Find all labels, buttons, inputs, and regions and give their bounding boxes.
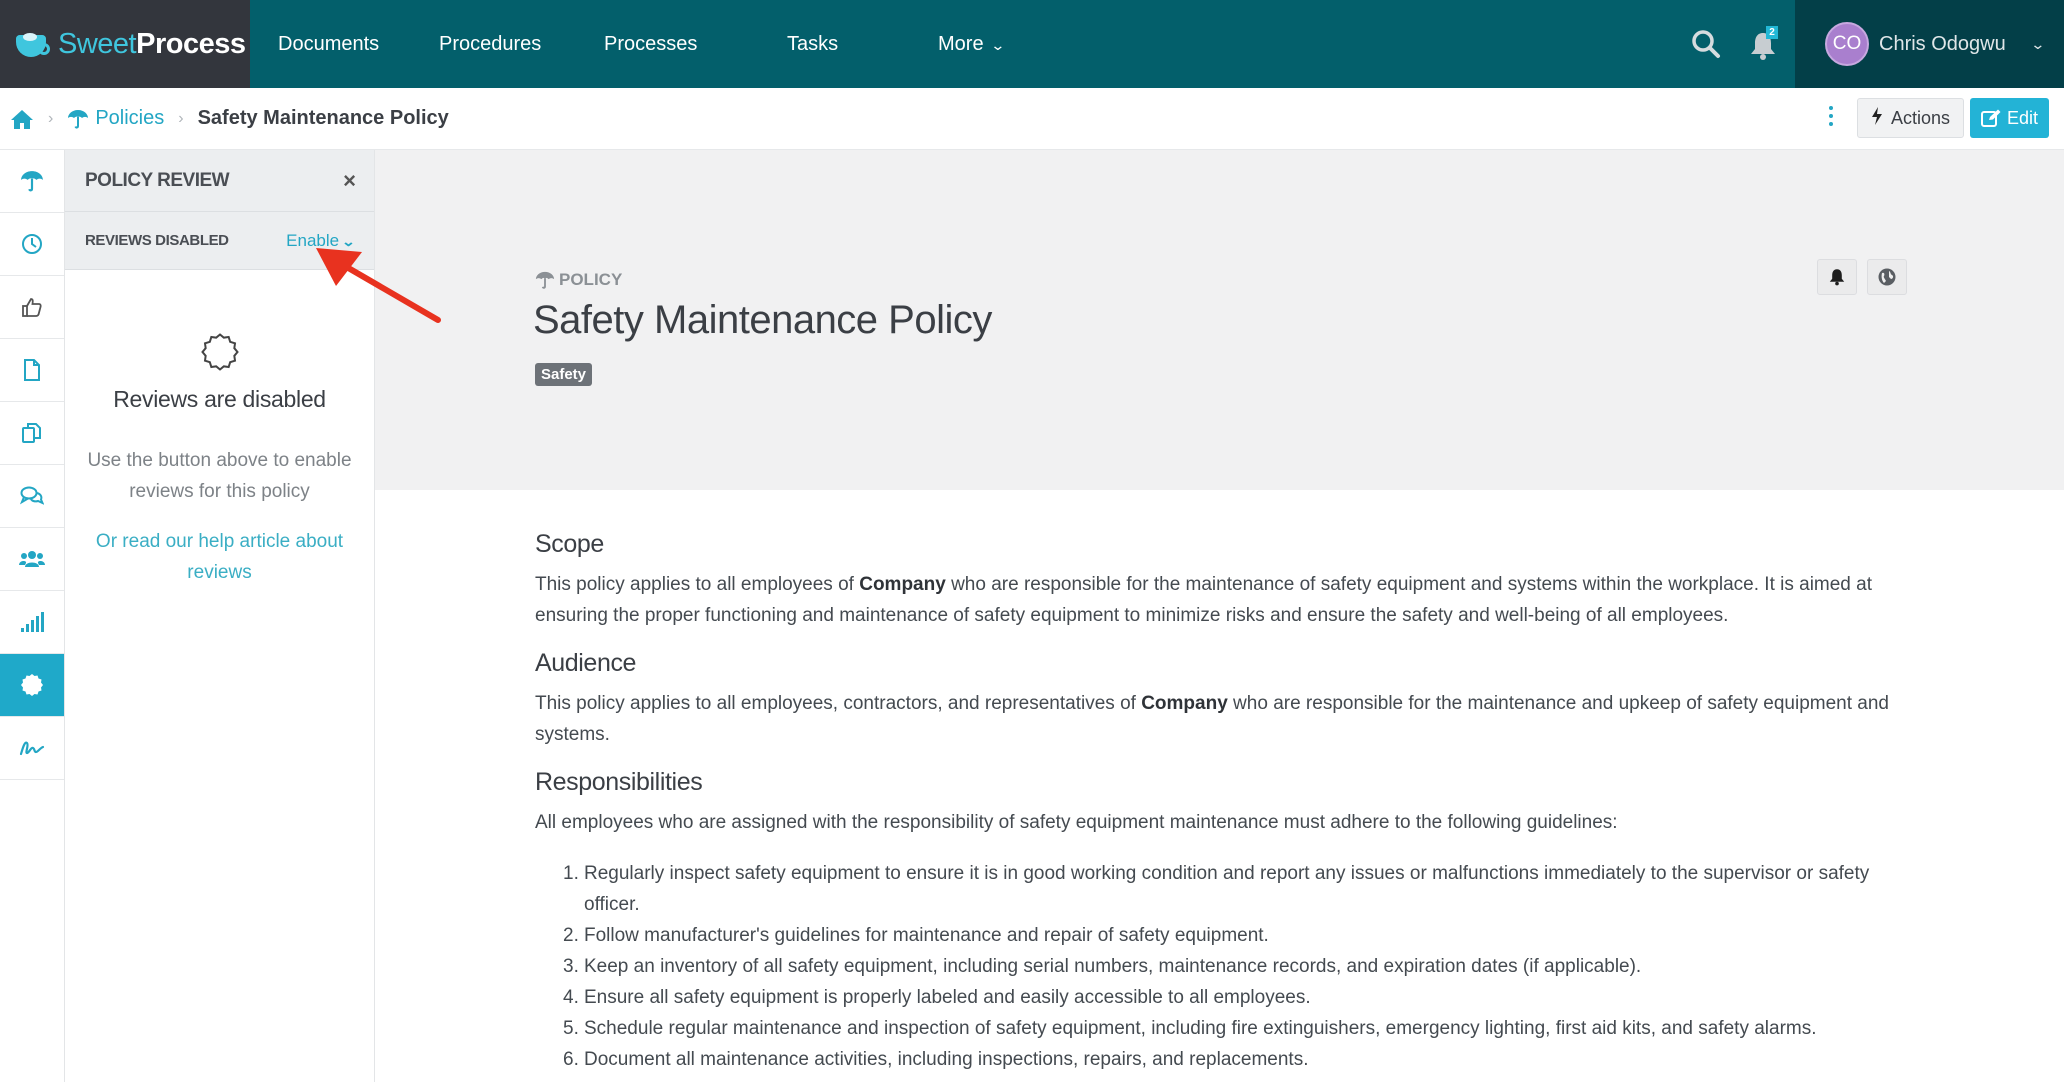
chevron-down-icon: ⌄ (341, 233, 356, 249)
nav-documents[interactable]: Documents (278, 0, 379, 88)
reviews-empty-state: Reviews are disabled Use the button abov… (65, 270, 374, 588)
rail-item-signatures[interactable] (0, 717, 64, 780)
breadcrumb-current: Safety Maintenance Policy (197, 107, 449, 129)
list-item: 2. Follow manufacturer's guidelines for m… (563, 925, 1269, 946)
edit-button[interactable]: Edit (1970, 98, 2049, 138)
edit-icon (1980, 109, 2001, 127)
page-title: Safety Maintenance Policy (533, 298, 992, 342)
enable-label: Enable (286, 230, 340, 250)
section-text-responsibilities: All employees who are assigned with the … (535, 812, 1618, 833)
umbrella-icon (68, 109, 89, 129)
list-item: 3. Keep an inventory of all safety equipm… (563, 956, 1642, 977)
top-nav: SweetProcess Documents Procedures Proces… (0, 0, 2064, 88)
rail-item-stats[interactable] (0, 591, 64, 654)
empty-state-description: Use the button above to enable reviews f… (87, 450, 352, 502)
breadcrumb-separator: › (178, 109, 184, 127)
list-item: 1. Regularly inspect safety equipment to … (563, 863, 1870, 915)
review-status-bar: REVIEWS DISABLED Enable ⌄ (65, 212, 374, 270)
bolt-icon (1871, 106, 1883, 130)
panel-title: POLICY REVIEW (85, 169, 230, 191)
rail-item-comments[interactable] (0, 465, 64, 528)
policy-review-panel: POLICY REVIEW × REVIEWS DISABLED Enable ⌄… (65, 150, 375, 1082)
section-text-audience: This policy applies to all employees, co… (535, 693, 1889, 745)
coffee-cup-logo-icon (14, 29, 54, 59)
rail-item-reviews[interactable] (0, 654, 64, 717)
bell-icon (1829, 269, 1845, 286)
breadcrumb-policies-label: Policies (95, 107, 165, 129)
section-heading-responsibilities: Responsibilities (535, 768, 703, 796)
breadcrumb-separator: › (48, 109, 54, 127)
nav-processes[interactable]: Processes (604, 0, 697, 88)
document-header: POLICY Safety Maintenance Policy Safety (375, 150, 2064, 490)
nav-procedures[interactable]: Procedures (439, 0, 541, 88)
notification-badge: 2 (1766, 26, 1778, 39)
nav-tasks[interactable]: Tasks (787, 0, 838, 88)
actions-label: Actions (1890, 107, 1951, 128)
home-icon[interactable] (10, 108, 34, 130)
section-text-scope: This policy applies to all employees of … (535, 574, 1873, 626)
umbrella-icon (535, 271, 555, 289)
rail-item-history[interactable] (0, 213, 64, 276)
user-name: Chris Odogwu (1879, 32, 2006, 55)
logo[interactable]: SweetProcess (0, 0, 250, 88)
rail-item-team[interactable] (0, 528, 64, 591)
file-icon (24, 359, 40, 381)
list-item: 5. Schedule regular maintenance and inspe… (563, 1018, 1817, 1039)
subscribe-button[interactable] (1817, 259, 1857, 295)
avatar: CO (1825, 22, 1869, 66)
edit-label: Edit (2006, 107, 2039, 128)
document-content: POLICY Safety Maintenance Policy Safety … (375, 150, 2064, 1082)
breadcrumb: › Policies › Safety Maintenance Policy A… (0, 88, 2064, 150)
review-status-label: REVIEWS DISABLED (85, 232, 229, 249)
copy-icon (22, 423, 41, 443)
clock-icon (22, 234, 42, 254)
actions-button[interactable]: Actions (1857, 98, 1964, 138)
icon-sidebar (0, 150, 65, 1082)
document-type-text: POLICY (559, 270, 623, 289)
tag-badge[interactable]: Safety (535, 363, 593, 386)
responsibilities-list: 1. Regularly inspect safety equipment to … (535, 858, 1915, 1075)
comments-icon (20, 486, 44, 505)
globe-icon (1878, 268, 1896, 286)
logo-text: SweetProcess (58, 27, 246, 60)
rail-item-policy[interactable] (0, 150, 64, 213)
badge-outline-icon (200, 332, 240, 372)
document-body: Scope This policy applies to all employe… (535, 530, 1915, 1075)
list-item: 4. Ensure all safety equipment is properl… (563, 987, 1311, 1008)
umbrella-icon (21, 171, 43, 192)
chevron-down-icon: ⌄ (989, 37, 1006, 53)
users-icon (19, 551, 45, 567)
badge-icon (21, 674, 43, 696)
close-icon[interactable]: × (343, 168, 356, 194)
enable-reviews-dropdown[interactable]: Enable ⌄ (286, 230, 356, 251)
list-item: 6. Document all maintenance activities, i… (563, 1049, 1309, 1070)
section-heading-scope: Scope (535, 530, 604, 558)
nav-more-label: More (938, 33, 984, 55)
section-heading-audience: Audience (535, 649, 637, 677)
notifications-button[interactable]: 2 (1748, 26, 1782, 60)
breadcrumb-policies-link[interactable]: Policies (67, 107, 164, 130)
rail-item-approvals[interactable] (0, 276, 64, 339)
search-icon[interactable] (1690, 28, 1722, 60)
document-type-label: POLICY (535, 270, 622, 290)
panel-header: POLICY REVIEW × (65, 150, 374, 212)
visibility-button[interactable] (1867, 259, 1907, 295)
help-article-link[interactable]: Or read our help article about reviews (65, 526, 374, 588)
rail-item-copies[interactable] (0, 402, 64, 465)
rail-item-document[interactable] (0, 339, 64, 402)
user-menu[interactable]: CO Chris Odogwu ⌄ (1795, 0, 2064, 88)
nav-more[interactable]: More ⌄ (938, 0, 1006, 88)
chevron-down-icon: ⌄ (2029, 35, 2046, 52)
signal-icon (21, 612, 44, 632)
more-options-icon[interactable] (1826, 106, 1836, 132)
thumbs-up-icon (22, 298, 42, 317)
signature-icon (19, 741, 45, 756)
empty-state-title: Reviews are disabled (113, 386, 326, 412)
